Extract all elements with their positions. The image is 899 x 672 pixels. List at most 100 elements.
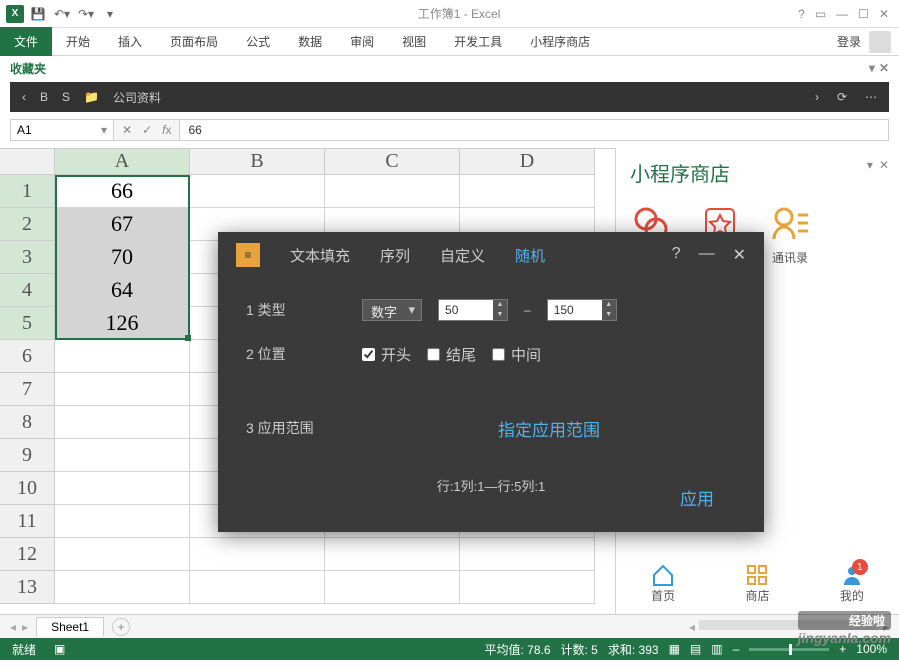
pane-contacts-icon[interactable]: 通讯录: [770, 203, 810, 266]
macro-record-icon[interactable]: ▣: [54, 642, 65, 656]
cell[interactable]: [460, 175, 595, 208]
cell[interactable]: [55, 439, 190, 472]
cell[interactable]: [325, 571, 460, 604]
dlg-minimize-icon[interactable]: —: [699, 245, 715, 265]
col-header-d[interactable]: D: [460, 149, 595, 175]
sheet-nav-next-icon[interactable]: ▸: [22, 620, 28, 634]
login-link[interactable]: 登录: [837, 33, 861, 50]
path-refresh-icon[interactable]: ⟳: [837, 90, 847, 104]
save-button[interactable]: 💾: [28, 4, 48, 24]
cell-a1[interactable]: 66: [55, 175, 190, 208]
dlg-apply-button[interactable]: 应用: [680, 485, 714, 510]
cell[interactable]: [55, 571, 190, 604]
row-header[interactable]: 10: [0, 472, 55, 505]
row-header[interactable]: 3: [0, 241, 55, 274]
row-header[interactable]: 13: [0, 571, 55, 604]
cell[interactable]: [325, 175, 460, 208]
row-header[interactable]: 2: [0, 208, 55, 241]
cell[interactable]: [190, 538, 325, 571]
cell-a5[interactable]: 126: [55, 307, 190, 340]
dlg-tab-sequence[interactable]: 序列: [380, 245, 410, 266]
row-header[interactable]: 7: [0, 373, 55, 406]
avatar[interactable]: [869, 31, 891, 53]
row-header[interactable]: 1: [0, 175, 55, 208]
view-break-icon[interactable]: ▥: [711, 642, 722, 656]
zoom-slider[interactable]: [749, 648, 829, 651]
tab-view[interactable]: 视图: [388, 27, 440, 56]
cell[interactable]: [325, 538, 460, 571]
fx-icon[interactable]: fx: [162, 123, 171, 137]
fav-dropdown-icon[interactable]: ▾: [869, 61, 875, 75]
maximize-icon[interactable]: ☐: [858, 7, 869, 21]
path-menu-icon[interactable]: ⋯: [865, 90, 877, 104]
dlg-tab-fill[interactable]: 文本填充: [290, 245, 350, 266]
accept-formula-icon[interactable]: ✓: [142, 123, 152, 137]
cell[interactable]: [55, 340, 190, 373]
pane-dropdown-icon[interactable]: ▾: [867, 158, 873, 172]
col-header-b[interactable]: B: [190, 149, 325, 175]
tab-dev[interactable]: 开发工具: [440, 27, 516, 56]
dlg-range-link[interactable]: 指定应用范围: [498, 421, 600, 440]
dlg-close-icon[interactable]: ✕: [733, 245, 746, 265]
tab-formula[interactable]: 公式: [232, 27, 284, 56]
cell[interactable]: [190, 571, 325, 604]
cell[interactable]: [55, 505, 190, 538]
row-header[interactable]: 12: [0, 538, 55, 571]
dlg-tab-random[interactable]: 随机: [515, 245, 545, 266]
path-folder[interactable]: 公司资料: [113, 89, 161, 106]
cell[interactable]: [190, 175, 325, 208]
tab-insert[interactable]: 插入: [104, 27, 156, 56]
hscroll-left-icon[interactable]: ◂: [689, 620, 695, 634]
close-icon[interactable]: ✕: [879, 7, 889, 21]
zoom-out-icon[interactable]: –: [733, 642, 740, 656]
sheet-tab-1[interactable]: Sheet1: [36, 617, 104, 636]
tab-review[interactable]: 审阅: [336, 27, 388, 56]
path-forward-icon[interactable]: ›: [815, 90, 819, 104]
row-header[interactable]: 11: [0, 505, 55, 538]
col-header-c[interactable]: C: [325, 149, 460, 175]
undo-button[interactable]: ↶▾: [52, 4, 72, 24]
cell[interactable]: [460, 538, 595, 571]
pane-mine-button[interactable]: 1 我的: [840, 563, 864, 604]
row-header[interactable]: 5: [0, 307, 55, 340]
cancel-formula-icon[interactable]: ✕: [122, 123, 132, 137]
help-icon[interactable]: ?: [798, 7, 805, 21]
dlg-max-input[interactable]: 150▲▼: [547, 299, 617, 321]
dlg-help-icon[interactable]: ?: [672, 245, 681, 265]
dlg-pos-start[interactable]: 开头: [362, 344, 411, 365]
sheet-nav-prev-icon[interactable]: ◂: [10, 620, 16, 634]
pane-close-icon[interactable]: ✕: [879, 158, 889, 172]
tab-data[interactable]: 数据: [284, 27, 336, 56]
cell[interactable]: [55, 472, 190, 505]
redo-button[interactable]: ↷▾: [76, 4, 96, 24]
fav-close-icon[interactable]: ✕: [879, 61, 889, 75]
dlg-tab-custom[interactable]: 自定义: [440, 245, 485, 266]
path-b[interactable]: B: [40, 90, 48, 104]
view-normal-icon[interactable]: ▦: [669, 642, 680, 656]
view-layout-icon[interactable]: ▤: [690, 642, 701, 656]
cell-a4[interactable]: 64: [55, 274, 190, 307]
dlg-pos-end[interactable]: 结尾: [427, 344, 476, 365]
minimize-icon[interactable]: —: [836, 7, 848, 21]
cell[interactable]: [55, 373, 190, 406]
cell[interactable]: [55, 538, 190, 571]
dlg-min-input[interactable]: 50▲▼: [438, 299, 508, 321]
row-header[interactable]: 4: [0, 274, 55, 307]
select-all-corner[interactable]: [0, 149, 55, 175]
pane-home-button[interactable]: 首页: [651, 563, 675, 604]
row-header[interactable]: 8: [0, 406, 55, 439]
tab-layout[interactable]: 页面布局: [156, 27, 232, 56]
row-header[interactable]: 6: [0, 340, 55, 373]
add-sheet-button[interactable]: +: [112, 618, 130, 636]
name-box[interactable]: A1 ▾: [10, 119, 114, 141]
cell[interactable]: [460, 571, 595, 604]
cell-a2[interactable]: 67: [55, 208, 190, 241]
pane-shop-button[interactable]: 商店: [745, 563, 769, 604]
tab-home[interactable]: 开始: [52, 27, 104, 56]
row-header[interactable]: 9: [0, 439, 55, 472]
tab-store[interactable]: 小程序商店: [516, 27, 604, 56]
ribbon-options-icon[interactable]: ▭: [815, 7, 826, 21]
cell-a3[interactable]: 70: [55, 241, 190, 274]
path-s[interactable]: S: [62, 90, 70, 104]
tab-file[interactable]: 文件: [0, 27, 52, 56]
